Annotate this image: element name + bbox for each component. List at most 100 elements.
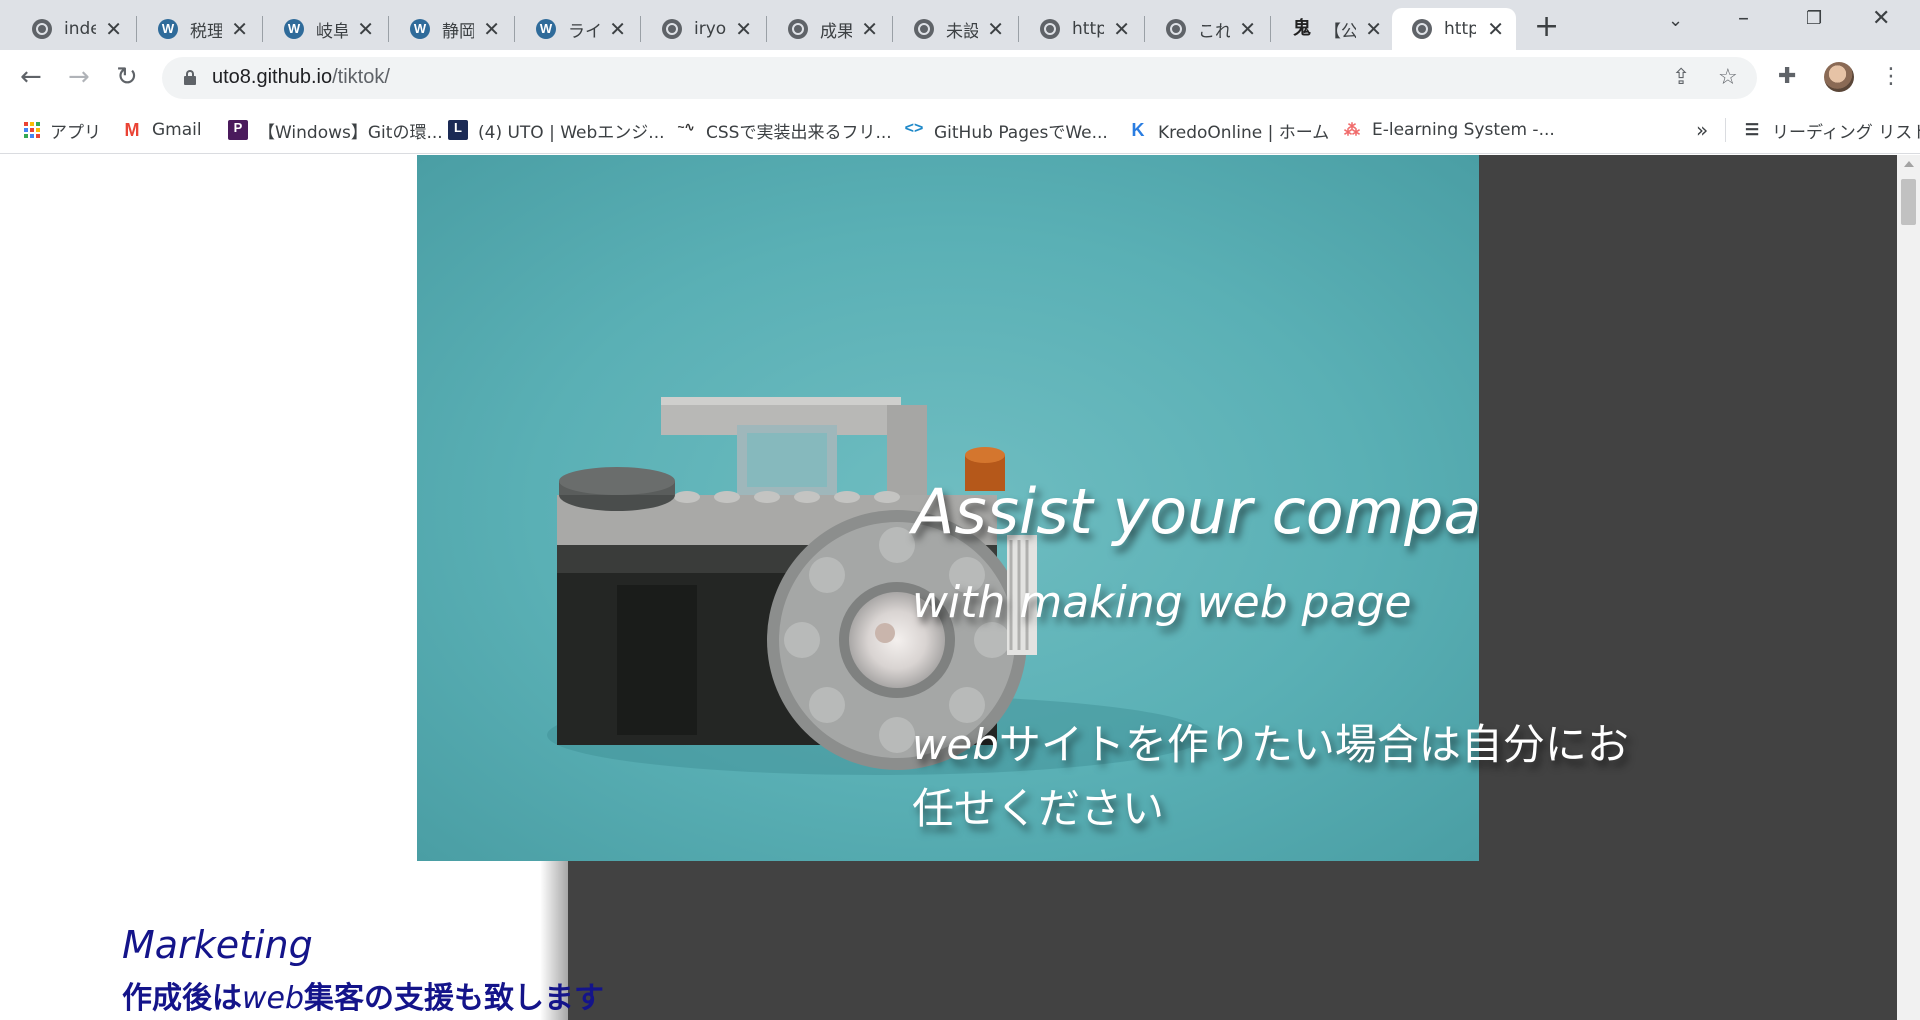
share-icon[interactable]: ⇪	[1672, 65, 1690, 90]
globe-icon	[662, 19, 682, 39]
tab-separator	[262, 16, 263, 42]
profile-avatar[interactable]	[1824, 62, 1854, 92]
browser-tab[interactable]: https ✕	[1392, 8, 1516, 50]
tab-title: https	[1444, 19, 1476, 39]
tab-separator	[1270, 16, 1271, 42]
tab-separator	[892, 16, 893, 42]
wordpress-icon: W	[410, 19, 430, 39]
extensions-puzzle-icon[interactable]: ✚	[1778, 64, 1796, 89]
bookmarks-divider	[1725, 118, 1726, 142]
tab-close-icon[interactable]: ✕	[231, 18, 248, 40]
restore-button[interactable]: ❐	[1806, 8, 1822, 29]
code-icon: <>	[904, 120, 924, 140]
tab-close-icon[interactable]: ✕	[1487, 18, 1504, 40]
bookmark-uto-web[interactable]: L (4) UTO | Webエンジ...	[448, 117, 665, 143]
url-text[interactable]: uto8.github.io/tiktok/	[212, 66, 390, 89]
hero-title: Assist your company	[912, 475, 1479, 548]
globe-icon	[32, 19, 52, 39]
tab-title: index	[64, 19, 96, 39]
scroll-up-arrow-icon[interactable]	[1904, 161, 1914, 167]
tab-close-icon[interactable]: ✕	[987, 18, 1004, 40]
tab-close-icon[interactable]: ✕	[1365, 18, 1382, 40]
hero-subtitle: with making web page	[912, 577, 1412, 628]
tab-title: ライフ	[568, 21, 600, 42]
tab-close-icon[interactable]: ✕	[609, 18, 626, 40]
browser-tab[interactable]: 未設 ✕	[894, 8, 1016, 50]
tab-separator	[766, 16, 767, 42]
tab-close-icon[interactable]: ✕	[483, 18, 500, 40]
forward-button[interactable]: →	[68, 62, 90, 92]
browser-tab[interactable]: 成果 ✕	[768, 8, 890, 50]
bookmark-kredo[interactable]: K KredoOnline | ホーム	[1128, 117, 1329, 143]
tab-title: 岐阜	[316, 21, 348, 42]
tab-title: https	[1072, 19, 1104, 39]
tab-title: 静岡	[442, 21, 474, 42]
tab-search-chevron-icon[interactable]: ⌄	[1668, 10, 1683, 31]
browser-toolbar: ← → ↻ uto8.github.io/tiktok/ ⇪ ☆ ✚ ⋮	[0, 50, 1920, 106]
tab-title: これ	[1198, 21, 1230, 42]
marketing-heading: Marketing	[122, 923, 313, 967]
bookmark-git-windows[interactable]: P 【Windows】Gitの環...	[228, 117, 443, 143]
globe-icon	[1040, 19, 1060, 39]
tab-strip: index✕W税理士✕W岐阜✕W静岡✕Wライフ✕iryo✕成果✕未設✕https…	[0, 0, 1920, 50]
bookmark-gmail[interactable]: M Gmail	[122, 117, 202, 143]
tab-separator	[136, 16, 137, 42]
reading-list-icon: ☰	[1742, 120, 1762, 140]
address-bar[interactable]: uto8.github.io/tiktok/ ⇪ ☆	[162, 57, 1757, 99]
tab-separator	[1144, 16, 1145, 42]
menu-kebab-icon[interactable]: ⋮	[1880, 64, 1902, 89]
p-icon: P	[228, 120, 248, 140]
browser-tab[interactable]: W ライフ ✕	[516, 8, 638, 50]
reload-button[interactable]: ↻	[116, 62, 138, 92]
tab-title: 成果	[820, 21, 852, 42]
tab-title: 【公	[1324, 21, 1356, 42]
browser-tab[interactable]: W 税理士 ✕	[138, 8, 260, 50]
tab-separator	[514, 16, 515, 42]
browser-tab[interactable]: W 静岡 ✕	[390, 8, 512, 50]
gmail-icon: M	[122, 120, 142, 140]
browser-tab[interactable]: iryo ✕	[642, 8, 764, 50]
bookmarks-bar: アプリ M Gmail P 【Windows】Gitの環... L (4) UT…	[0, 106, 1920, 154]
tab-close-icon[interactable]: ✕	[357, 18, 374, 40]
tab-title: 税理士	[190, 21, 222, 42]
kredo-icon: K	[1128, 120, 1148, 140]
apps-grid-icon	[22, 120, 42, 140]
tab-close-icon[interactable]: ✕	[735, 18, 752, 40]
minimize-button[interactable]: –	[1738, 6, 1749, 31]
reading-list-button[interactable]: ☰ リーディング リスト	[1742, 117, 1920, 143]
globe-icon	[914, 19, 934, 39]
tab-close-icon[interactable]: ✕	[1239, 18, 1256, 40]
vertical-scrollbar[interactable]	[1897, 155, 1920, 1020]
tab-separator	[640, 16, 641, 42]
bookmark-apps[interactable]: アプリ	[22, 117, 101, 143]
wordpress-icon: W	[158, 19, 178, 39]
bookmarks-overflow-button[interactable]: »	[1696, 118, 1708, 142]
globe-icon	[788, 19, 808, 39]
tab-title: 未設	[946, 21, 978, 42]
browser-tab[interactable]: これ ✕	[1146, 8, 1268, 50]
asana-icon: ⁂	[1342, 120, 1362, 140]
new-tab-button[interactable]: +	[1534, 12, 1559, 42]
l-icon: L	[448, 120, 468, 140]
squiggle-icon: ~∿	[676, 120, 696, 140]
hero-japanese-tagline: webサイトを作りたい場合は自分にお任せください	[912, 720, 1629, 833]
tab-close-icon[interactable]: ✕	[105, 18, 122, 40]
lock-icon[interactable]	[184, 70, 196, 85]
tab-close-icon[interactable]: ✕	[861, 18, 878, 40]
scroll-thumb[interactable]	[1901, 179, 1916, 225]
tab-separator	[388, 16, 389, 42]
wordpress-icon: W	[536, 19, 556, 39]
bookmark-elearning[interactable]: ⁂ E-learning System -...	[1342, 117, 1555, 143]
close-window-button[interactable]: ✕	[1872, 6, 1890, 31]
bookmark-css-free[interactable]: ~∿ CSSで実装出来るフリ...	[676, 117, 892, 143]
tab-separator	[1018, 16, 1019, 42]
tab-close-icon[interactable]: ✕	[1113, 18, 1130, 40]
bookmark-star-icon[interactable]: ☆	[1718, 65, 1738, 90]
wordpress-icon: W	[284, 19, 304, 39]
browser-tab[interactable]: 鬼【公 ✕	[1272, 8, 1394, 50]
browser-tab[interactable]: index ✕	[12, 8, 134, 50]
back-button[interactable]: ←	[20, 62, 42, 92]
browser-tab[interactable]: W 岐阜 ✕	[264, 8, 386, 50]
bookmark-github-pages[interactable]: <> GitHub PagesでWe...	[904, 117, 1108, 143]
browser-tab[interactable]: https ✕	[1020, 8, 1142, 50]
